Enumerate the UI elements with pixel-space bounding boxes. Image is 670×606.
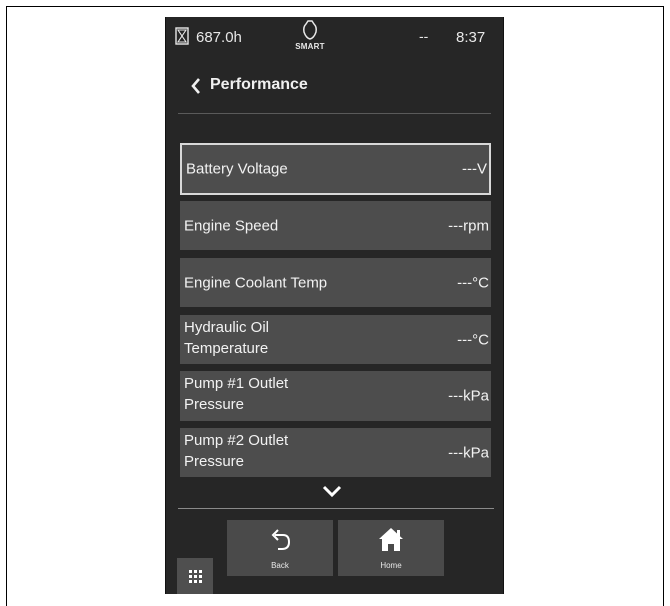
display-screen: 687.0h SMART -- 8:37 Performance Battery…	[165, 17, 504, 594]
list-item-pump-1-outlet-pressure[interactable]: Pump #1 Outlet Pressure ---kPa	[180, 371, 491, 421]
item-label-line-1: Pump #1 Outlet	[184, 375, 289, 392]
chevron-left-icon[interactable]	[190, 76, 202, 96]
grid-menu-icon	[189, 570, 202, 583]
item-label: Pump #2 Outlet Pressure	[184, 430, 288, 472]
item-label-line-2: Temperature	[184, 340, 269, 357]
status-dash: --	[419, 28, 429, 44]
clock: 8:37	[456, 29, 486, 46]
undo-arrow-icon	[271, 529, 291, 550]
item-label-line-2: Pressure	[184, 396, 245, 413]
item-value: ---°C	[457, 274, 489, 291]
home-icon	[379, 528, 403, 551]
smart-label: SMART	[295, 42, 325, 51]
page-title: Performance	[210, 76, 308, 93]
hourglass-icon	[175, 27, 189, 45]
list-item-engine-coolant-temp[interactable]: Engine Coolant Temp ---°C	[180, 258, 491, 307]
back-button[interactable]: Back	[227, 520, 333, 576]
item-label: Engine Speed	[184, 217, 279, 234]
title-divider	[178, 113, 491, 114]
home-button[interactable]: Home	[338, 520, 444, 576]
list-item-engine-speed[interactable]: Engine Speed ---rpm	[180, 201, 491, 250]
item-label: Battery Voltage	[186, 160, 288, 178]
engine-smart-icon	[303, 20, 317, 40]
item-value: ---kPa	[448, 444, 489, 461]
list-item-hydraulic-oil-temperature[interactable]: Hydraulic Oil Temperature ---°C	[180, 315, 491, 364]
item-label: Pump #1 Outlet Pressure	[184, 373, 288, 415]
footer-divider	[178, 508, 494, 509]
item-label: Engine Coolant Temp	[184, 274, 328, 291]
item-value: ---V	[462, 160, 487, 178]
status-bar: 687.0h SMART -- 8:37	[166, 17, 503, 53]
list-item-battery-voltage[interactable]: Battery Voltage ---V	[180, 143, 491, 195]
home-label: Home	[380, 561, 402, 570]
menu-button[interactable]	[177, 558, 213, 594]
back-label: Back	[271, 561, 289, 570]
smart-indicator: SMART	[294, 19, 326, 53]
title-bar: Performance	[166, 73, 503, 103]
item-label: Hydraulic Oil Temperature	[184, 317, 269, 359]
list-item-pump-2-outlet-pressure[interactable]: Pump #2 Outlet Pressure ---kPa	[180, 428, 491, 477]
item-label-line-1: Hydraulic Oil	[184, 319, 270, 336]
item-label-line-2: Pressure	[184, 453, 245, 470]
item-value: ---°C	[457, 331, 489, 348]
item-value: ---rpm	[448, 217, 489, 234]
hour-meter: 687.0h	[196, 29, 242, 46]
item-value: ---kPa	[448, 387, 489, 405]
item-label-line-1: Pump #2 Outlet	[184, 432, 289, 449]
chevron-down-icon[interactable]	[321, 483, 343, 499]
